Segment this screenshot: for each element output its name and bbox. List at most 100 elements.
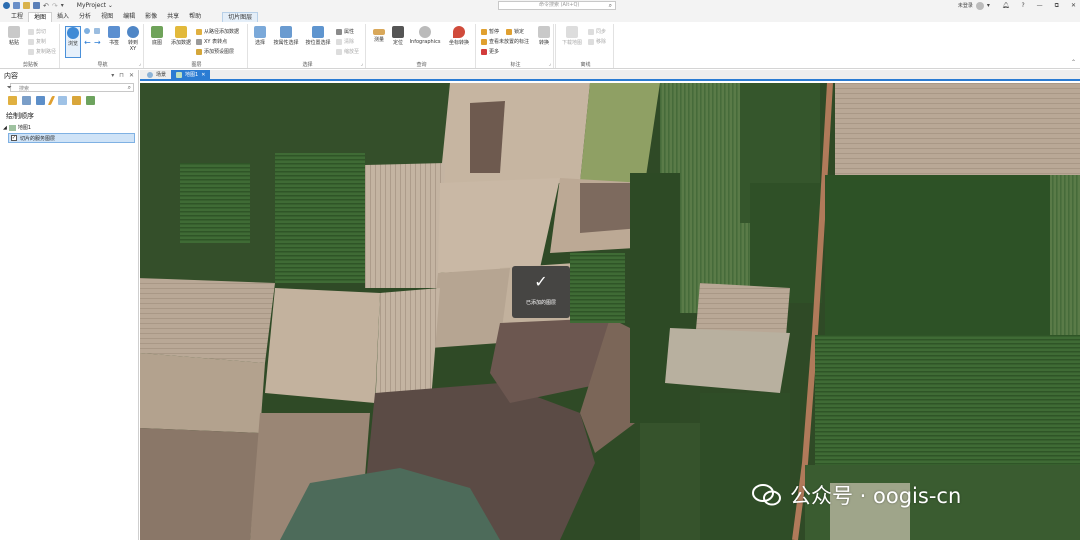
more-icon [481, 48, 487, 55]
next-extent-button[interactable]: → [94, 38, 101, 47]
layer-tree-item[interactable]: ✓ 切片的服务图层 [8, 133, 135, 143]
pause-labels-button[interactable]: 暂停 [481, 28, 499, 35]
list-by-snapping-icon[interactable] [58, 96, 67, 105]
previous-extent-button[interactable]: ← [84, 38, 91, 47]
select-button[interactable]: 选择 [252, 26, 268, 46]
tab-imagery[interactable]: 影像 [140, 12, 162, 22]
tab-insert[interactable]: 插入 [52, 12, 74, 22]
select-by-location-icon [312, 26, 324, 38]
bare-field [365, 163, 445, 288]
copy-path-button[interactable]: 复制路径 [28, 48, 56, 55]
full-extent-button[interactable] [84, 28, 90, 34]
copy-path-icon [28, 48, 34, 55]
zoom-icon [94, 28, 100, 34]
list-by-editing-icon[interactable] [47, 96, 56, 105]
tab-share[interactable]: 共享 [162, 12, 184, 22]
explore-button[interactable]: 浏览 [65, 26, 81, 58]
list-by-data-source-icon[interactable] [22, 96, 31, 105]
open-project-icon[interactable] [23, 2, 30, 9]
tab-analysis[interactable]: 分析 [74, 12, 96, 22]
close-tab-icon[interactable]: ✕ [201, 72, 205, 78]
bookmarks-button[interactable]: 书签 [106, 26, 122, 46]
list-by-drawing-order-icon[interactable] [8, 96, 17, 105]
xy-table-button[interactable]: XY 表转点 [196, 38, 227, 45]
list-by-perspective-icon[interactable] [86, 96, 95, 105]
redo-icon[interactable]: ↷ [52, 2, 58, 10]
convert-button[interactable]: 转换 [534, 26, 554, 46]
plantation-field [180, 163, 250, 243]
tab-map1[interactable]: 地图1 ✕ [171, 70, 211, 79]
save-icon[interactable] [33, 2, 40, 9]
attributes-button[interactable]: 属性 [336, 28, 354, 35]
pane-options-icon[interactable]: ▾ [111, 72, 114, 79]
dialog-launcher-icon[interactable]: ⌟ [361, 61, 363, 67]
tab-tile-layer[interactable]: 切片图层 [222, 12, 259, 22]
list-by-selection-icon[interactable] [36, 96, 45, 105]
close-button[interactable]: ✕ [1071, 2, 1076, 9]
pin-icon[interactable]: ⊓ [119, 72, 124, 79]
goto-xy-button[interactable]: 转到 XY [125, 26, 141, 52]
inquiry-group: 测量 定位 Infographics 坐标转换 查询 [368, 24, 476, 68]
cut-button[interactable]: 剪切 [28, 28, 46, 35]
tab-scene[interactable]: 场景 [142, 70, 171, 79]
undo-icon[interactable]: ↶ [43, 2, 49, 10]
measure-button[interactable]: 测量 [370, 26, 388, 43]
infographics-button[interactable]: Infographics [408, 26, 442, 45]
contents-search-row: ⏷ 搜索 ⌕ [6, 83, 138, 92]
view-unplaced-labels-button[interactable]: 查看未放置的标注 [481, 38, 529, 45]
expand-arrow-icon[interactable]: ◢ [3, 125, 7, 131]
lock-labels-button[interactable]: 锁定 [506, 28, 524, 35]
tab-edit[interactable]: 编辑 [118, 12, 140, 22]
zoom-to-selection-button[interactable]: 缩放至 [336, 48, 359, 55]
tab-view[interactable]: 视图 [96, 12, 118, 22]
tab-help[interactable]: 帮助 [184, 12, 206, 22]
copy-button[interactable]: 复制 [28, 38, 46, 45]
map-view[interactable] [140, 83, 1080, 540]
collapse-ribbon-icon[interactable]: ⌃ [1071, 59, 1076, 66]
sync-button[interactable]: 同步 [588, 28, 606, 35]
new-project-icon[interactable] [13, 2, 20, 9]
filter-icon[interactable]: ⏷ [7, 84, 12, 92]
more-labeling-button[interactable]: 更多 [481, 48, 499, 55]
download-map-button[interactable]: 下载地图 [560, 26, 584, 46]
select-by-attributes-button[interactable]: 按属性选择 [272, 26, 300, 46]
select-by-location-button[interactable]: 按位置选择 [304, 26, 332, 46]
notification-bell-icon[interactable]: 🔔︎ [1002, 2, 1010, 9]
tab-project[interactable]: 工程 [6, 12, 28, 22]
plowed-field [470, 101, 505, 173]
coordinate-conversion-button[interactable]: 坐标转换 [446, 26, 472, 46]
map-icon [8, 124, 16, 131]
add-preset-button[interactable]: 添加预设图层 [196, 48, 234, 55]
add-data-button[interactable]: 添加数据 [169, 26, 193, 46]
fixed-zoom-button[interactable] [94, 28, 100, 34]
preset-layer-icon [196, 48, 202, 55]
remove-offline-button[interactable]: 移除 [588, 38, 606, 45]
command-search-input[interactable]: 命令搜索 (Alt+Q) ⌕ [498, 1, 616, 10]
user-name[interactable]: 未登录 [958, 2, 973, 9]
folder-icon [196, 28, 202, 35]
title-bar: ↶ ↷ ▾ MyProject ⌄ 命令搜索 (Alt+Q) ⌕ 未登录 ▾ 🔔… [0, 0, 1080, 11]
pause-icon [481, 28, 487, 35]
customize-qat-icon[interactable]: ▾ [61, 2, 64, 9]
paste-button[interactable]: 粘贴 [6, 26, 22, 46]
restore-button[interactable]: ⧉ [1055, 2, 1059, 10]
avatar[interactable] [975, 1, 984, 10]
contents-toolbar [0, 92, 138, 109]
clear-selection-button[interactable]: 清除 [336, 38, 354, 45]
minimize-button[interactable]: — [1037, 2, 1043, 9]
dialog-launcher-icon[interactable]: ⌟ [139, 61, 141, 67]
locate-button[interactable]: 定位 [390, 26, 406, 46]
tab-map[interactable]: 地图 [28, 12, 53, 22]
list-by-labeling-icon[interactable] [72, 96, 81, 105]
basemap-button[interactable]: 底图 [149, 26, 165, 46]
close-icon[interactable]: ✕ [129, 72, 134, 79]
clear-icon [336, 38, 342, 45]
chevron-down-icon[interactable]: ▾ [987, 2, 990, 9]
project-name[interactable]: MyProject ⌄ [77, 2, 113, 9]
layer-visibility-checkbox[interactable]: ✓ [11, 135, 17, 141]
help-icon[interactable]: ? [1021, 2, 1024, 9]
add-data-from-path-button[interactable]: 从路径添加数据 [196, 28, 239, 35]
dark-field [140, 428, 260, 540]
map-tree-node[interactable]: ◢ 地图1 [0, 124, 138, 131]
contents-search-input[interactable]: ⏷ 搜索 ⌕ [7, 83, 134, 92]
